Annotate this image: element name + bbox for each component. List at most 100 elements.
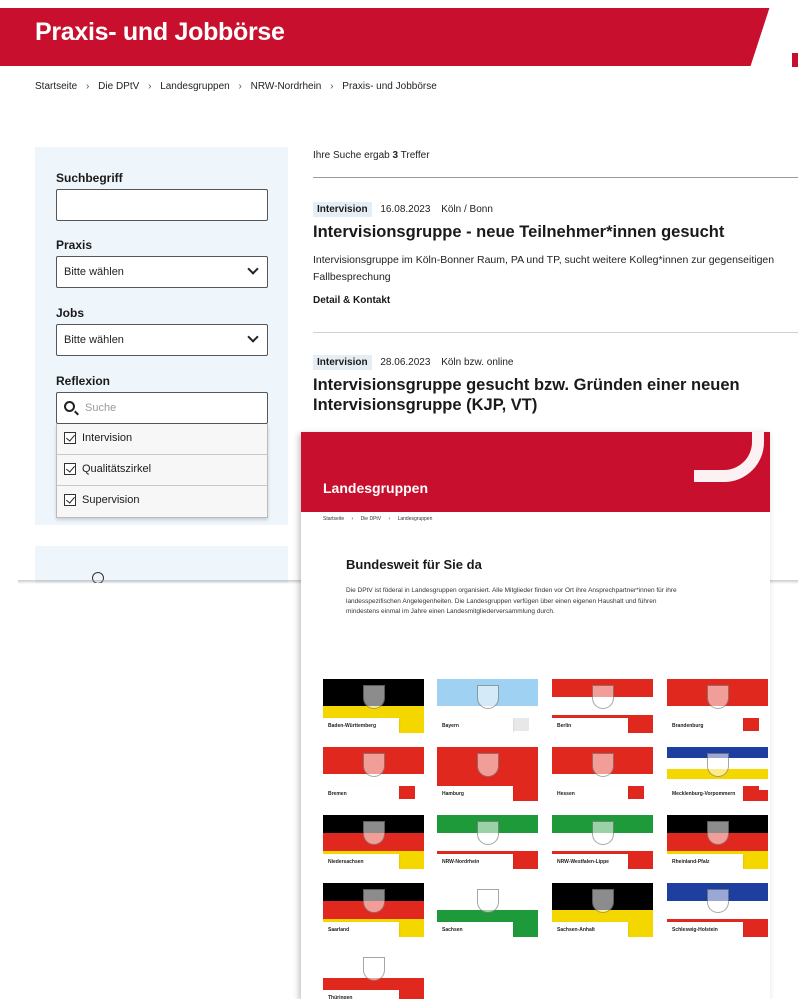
state-name-label: Hessen <box>552 786 628 801</box>
result-count-suffix: Treffer <box>400 150 430 161</box>
praxis-select[interactable]: Bitte wählen <box>56 256 268 288</box>
state-name-label: Rheinland-Pfalz <box>667 854 743 869</box>
state-flag-nrw-nordrhein[interactable]: NRW-Nordrhein <box>437 815 538 869</box>
result-date: 28.06.2023 <box>380 357 431 368</box>
result-count-number: 3 <box>392 150 399 161</box>
breadcrumb-startseite[interactable]: Startseite <box>323 516 344 522</box>
praxis-select-value: Bitte wählen <box>64 266 124 278</box>
flag-accent <box>743 922 759 935</box>
flag-accent <box>513 854 529 867</box>
result-count: Ihre Suche ergab 3 Treffer <box>313 150 430 161</box>
breadcrumb-die-dptv[interactable]: Die DPtV <box>361 516 382 522</box>
result-title-line: Intervisionsgruppe gesucht bzw. Gründen … <box>313 376 740 394</box>
state-name-label: Berlin <box>552 718 628 733</box>
checkbox-checked-icon[interactable] <box>64 432 76 445</box>
landesgruppen-page: Landesgruppen Startseite › Die DPtV › La… <box>301 432 770 999</box>
state-flag-saarland[interactable]: Saarland <box>323 883 424 937</box>
flag-accent <box>513 922 529 935</box>
breadcrumb-startseite[interactable]: Startseite <box>35 81 77 92</box>
result-title-line: Intervisionsgruppe (KJP, VT) <box>313 396 538 414</box>
state-flag-schleswig-holstein[interactable]: Schleswig-Holstein <box>667 883 768 937</box>
detail-contact-link[interactable]: Detail & Kontakt <box>313 295 390 306</box>
page-header: Praxis- und Jobbörse <box>0 8 798 67</box>
flag-accent <box>628 786 644 799</box>
state-flag-niedersachsen[interactable]: Niedersachsen <box>323 815 424 869</box>
state-name-label: Sachsen-Anhalt <box>552 922 628 937</box>
state-name-label: Thüringen <box>323 990 399 999</box>
breadcrumb-die-dptv[interactable]: Die DPtV <box>98 81 139 92</box>
reflexion-option-supervision[interactable]: Supervision <box>57 486 267 517</box>
coat-of-arms-icon <box>707 753 729 777</box>
coat-of-arms-icon <box>707 889 729 913</box>
reflexion-search-input[interactable]: Suche <box>56 392 268 424</box>
result-count-prefix: Ihre Suche ergab <box>313 150 390 161</box>
coat-of-arms-icon <box>363 957 385 981</box>
reflexion-options-list: Intervision Qualitätszirkel Supervision <box>56 424 268 518</box>
coat-of-arms-icon <box>363 753 385 777</box>
state-flag-berlin[interactable]: Berlin <box>552 679 653 733</box>
reflexion-option-intervision[interactable]: Intervision <box>57 424 267 455</box>
state-name-label: Baden-Württemberg <box>323 718 399 733</box>
flag-accent <box>628 854 644 867</box>
state-name-label: NRW-Nordrhein <box>437 854 513 869</box>
section-heading: Bundesweit für Sie da <box>346 557 482 572</box>
result-title[interactable]: Intervisionsgruppe gesucht bzw. Gründen … <box>313 375 740 415</box>
category-tag: Intervision <box>313 355 372 370</box>
search-input[interactable] <box>56 189 268 221</box>
secondary-sidebar-box <box>35 546 288 583</box>
state-flag-hessen[interactable]: Hessen <box>552 747 653 801</box>
filter-sidebar: Suchbegriff Praxis Bitte wählen Jobs Bit… <box>35 147 288 525</box>
breadcrumb-landesgruppen: Landesgruppen <box>397 516 433 522</box>
flag-accent <box>399 990 415 999</box>
state-name-label: Sachsen <box>437 922 513 937</box>
state-flag-baden-württemberg[interactable]: Baden-Württemberg <box>323 679 424 733</box>
jobs-select[interactable]: Bitte wählen <box>56 324 268 356</box>
checkbox-checked-icon[interactable] <box>64 494 76 507</box>
breadcrumb-landesgruppen[interactable]: Landesgruppen <box>160 81 230 92</box>
intro-paragraph: Die DPtV ist föderal in Landesgruppen or… <box>346 587 677 615</box>
coat-of-arms-icon <box>477 889 499 913</box>
coat-of-arms-icon <box>592 685 614 709</box>
coat-of-arms-icon <box>592 753 614 777</box>
state-flag-bayern[interactable]: Bayern <box>437 679 538 733</box>
result-title[interactable]: Intervisionsgruppe - neue Teilnehmer*inn… <box>313 222 724 242</box>
reflexion-option-qualitaetszirkel[interactable]: Qualitätszirkel <box>57 455 267 486</box>
state-flag-thüringen[interactable]: Thüringen <box>323 951 424 999</box>
option-label: Intervision <box>82 432 133 444</box>
flag-accent <box>743 854 759 867</box>
divider <box>313 177 798 178</box>
landesgruppen-header: Landesgruppen <box>301 432 770 512</box>
state-flag-brandenburg[interactable]: Brandenburg <box>667 679 768 733</box>
result-location: Köln bzw. online <box>441 357 514 368</box>
coat-of-arms-icon <box>707 685 729 709</box>
state-flag-rheinland-pfalz[interactable]: Rheinland-Pfalz <box>667 815 768 869</box>
breadcrumb-separator: › <box>148 81 152 92</box>
breadcrumb-nrw-nordrhein[interactable]: NRW-Nordrhein <box>251 81 322 92</box>
breadcrumb-separator: › <box>238 81 242 92</box>
state-flag-nrw-westfalen-lippe[interactable]: NRW-Westfalen-Lippe <box>552 815 653 869</box>
flag-accent <box>399 922 415 935</box>
landesgruppen-title: Landesgruppen <box>323 480 429 496</box>
header-logo-mark <box>792 53 798 67</box>
state-flag-bremen[interactable]: Bremen <box>323 747 424 801</box>
checkbox-checked-icon[interactable] <box>64 463 76 476</box>
state-flag-sachsen-anhalt[interactable]: Sachsen-Anhalt <box>552 883 653 937</box>
state-name-label: Saarland <box>323 922 399 937</box>
chevron-down-icon <box>247 263 259 275</box>
search-label: Suchbegriff <box>56 171 123 185</box>
coat-of-arms-icon <box>592 821 614 845</box>
result-description: Intervisionsgruppe im Köln-Bonner Raum, … <box>313 252 798 286</box>
coat-of-arms-icon <box>477 821 499 845</box>
flag-accent <box>513 786 529 799</box>
breadcrumb: Startseite › Die DPtV › Landesgruppen › … <box>35 81 443 92</box>
state-flag-sachsen[interactable]: Sachsen <box>437 883 538 937</box>
coat-of-arms-icon <box>363 821 385 845</box>
state-flag-mecklenburg-vorpommern[interactable]: Mecklenburg-Vorpommern <box>667 747 768 801</box>
breadcrumb: Startseite › Die DPtV › Landesgruppen <box>323 516 438 522</box>
breadcrumb-separator: › <box>351 516 354 522</box>
flag-accent <box>743 786 759 799</box>
state-flag-hamburg[interactable]: Hamburg <box>437 747 538 801</box>
result-location: Köln / Bonn <box>441 204 493 215</box>
state-name-label: Schleswig-Holstein <box>667 922 743 937</box>
flag-accent <box>628 718 644 731</box>
